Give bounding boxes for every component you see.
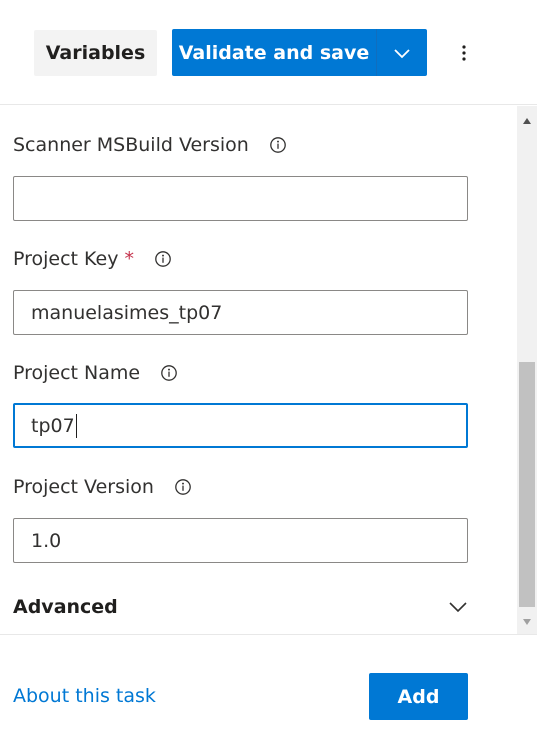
project-key-label: Project Key * xyxy=(13,248,172,270)
more-actions-button[interactable] xyxy=(450,34,478,72)
toolbar: Variables Validate and save xyxy=(0,0,537,105)
validate-and-save-split-button: Validate and save xyxy=(172,29,427,76)
project-version-label: Project Version xyxy=(13,476,192,498)
validate-options-dropdown-button[interactable] xyxy=(376,29,427,76)
scanner-msbuild-version-label: Scanner MSBuild Version xyxy=(13,134,287,156)
info-icon[interactable] xyxy=(269,136,287,154)
project-name-input[interactable]: tp07 xyxy=(13,403,468,448)
field-label-text: Project Name xyxy=(13,362,141,384)
input-value: tp07 xyxy=(31,414,75,437)
text-cursor xyxy=(75,413,77,438)
field-label-text: Scanner MSBuild Version xyxy=(13,134,249,156)
add-button[interactable]: Add xyxy=(369,673,468,720)
task-settings-panel: Scanner MSBuild Version Project Key * ma… xyxy=(0,106,537,634)
vertical-scrollbar[interactable] xyxy=(517,106,537,634)
input-value: manuelasimes_tp07 xyxy=(31,301,223,324)
chevron-down-icon xyxy=(394,48,410,58)
advanced-label: Advanced xyxy=(13,596,118,618)
info-icon[interactable] xyxy=(160,364,178,382)
scroll-thumb[interactable] xyxy=(519,362,535,607)
more-vertical-icon xyxy=(462,45,466,61)
variables-button[interactable]: Variables xyxy=(34,30,157,76)
scroll-down-arrow[interactable] xyxy=(517,614,537,630)
field-label-text: Project Key xyxy=(13,248,119,270)
project-key-input[interactable]: manuelasimes_tp07 xyxy=(13,290,468,335)
project-name-label: Project Name xyxy=(13,362,178,384)
about-this-task-link[interactable]: About this task xyxy=(13,685,156,707)
validate-and-save-button[interactable]: Validate and save xyxy=(172,29,376,76)
advanced-section-toggle[interactable]: Advanced xyxy=(13,591,468,623)
scroll-up-arrow[interactable] xyxy=(517,113,537,129)
input-value: 1.0 xyxy=(31,529,62,552)
required-indicator: * xyxy=(124,248,135,270)
triangle-up-icon xyxy=(523,118,531,124)
project-version-input[interactable]: 1.0 xyxy=(13,518,468,563)
info-icon[interactable] xyxy=(174,478,192,496)
info-icon[interactable] xyxy=(154,250,172,268)
chevron-down-icon xyxy=(449,602,467,613)
scanner-msbuild-version-input[interactable] xyxy=(13,176,468,221)
triangle-down-icon xyxy=(523,619,531,625)
field-label-text: Project Version xyxy=(13,476,154,498)
panel-footer: About this task Add xyxy=(0,634,537,730)
